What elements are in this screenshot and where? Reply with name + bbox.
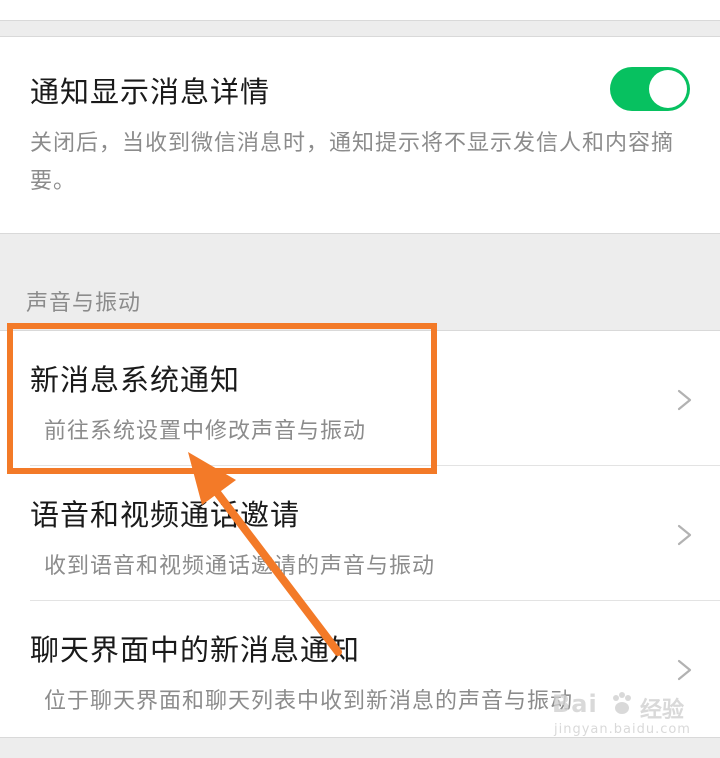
row-new-message-system-notification[interactable]: 新消息系统通知 前往系统设置中修改声音与振动 bbox=[0, 331, 720, 466]
row-title: 新消息系统通知 bbox=[30, 363, 241, 397]
watermark-url: jingyan.baidu.com bbox=[554, 722, 691, 737]
section-header-sound-vibration: 声音与振动 bbox=[26, 291, 142, 316]
paw-icon bbox=[613, 692, 631, 714]
chevron-right-icon bbox=[677, 389, 692, 411]
notification-detail-card: 通知显示消息详情 关闭后，当收到微信消息时，通知提示将不显示发信人和内容摘要。 bbox=[0, 36, 720, 234]
notification-detail-title: 通知显示消息详情 bbox=[30, 75, 271, 109]
notification-detail-toggle[interactable] bbox=[610, 67, 690, 111]
watermark-logo: Bai bbox=[552, 690, 598, 718]
toggle-knob bbox=[649, 70, 687, 108]
settings-page: 通知显示消息详情 关闭后，当收到微信消息时，通知提示将不显示发信人和内容摘要。 … bbox=[0, 0, 720, 758]
sound-vibration-list: 新消息系统通知 前往系统设置中修改声音与振动 语音和视频通话邀请 收到语音和视频… bbox=[0, 330, 720, 738]
chevron-right-icon bbox=[677, 524, 692, 546]
row-voice-video-call-invitation[interactable]: 语音和视频通话邀请 收到语音和视频通话邀请的声音与振动 bbox=[0, 466, 720, 601]
row-subtitle: 位于聊天界面和聊天列表中收到新消息的声音与振动 bbox=[44, 689, 574, 714]
row-title: 语音和视频通话邀请 bbox=[30, 498, 301, 532]
chevron-right-icon bbox=[677, 659, 692, 681]
row-title: 聊天界面中的新消息通知 bbox=[30, 633, 361, 667]
previous-section-card bbox=[0, 0, 720, 21]
notification-detail-description: 关闭后，当收到微信消息时，通知提示将不显示发信人和内容摘要。 bbox=[30, 131, 675, 194]
row-subtitle: 前往系统设置中修改声音与振动 bbox=[44, 419, 367, 444]
baidu-jingyan-watermark: Bai 经验 jingyan.baidu.com bbox=[552, 690, 712, 746]
row-subtitle: 收到语音和视频通话邀请的声音与振动 bbox=[44, 554, 436, 579]
watermark-text: 经验 bbox=[640, 698, 685, 723]
